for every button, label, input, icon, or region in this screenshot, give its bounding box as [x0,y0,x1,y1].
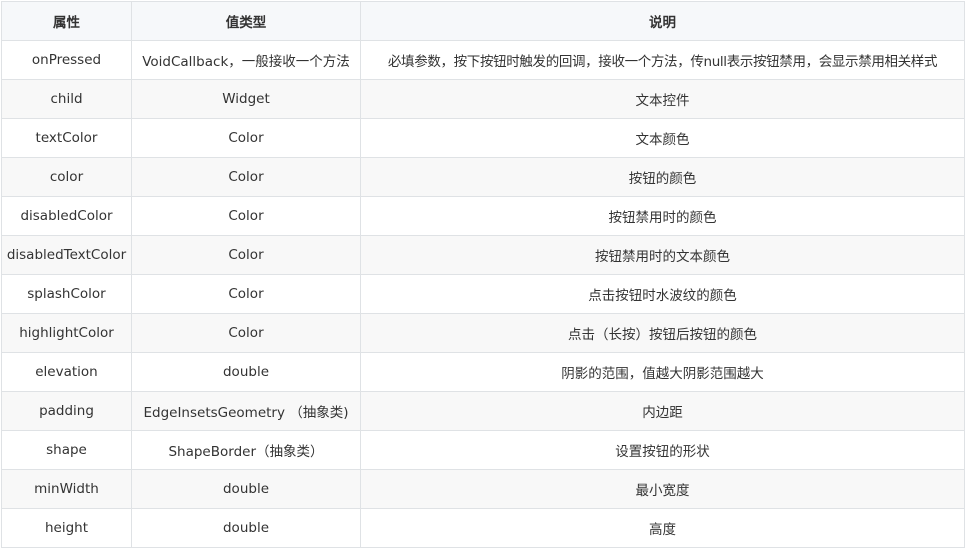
cell-type: Color [131,118,361,158]
table-row: padding EdgeInsetsGeometry （抽象类) 内边距 [1,391,965,431]
table-row: splashColor Color 点击按钮时水波纹的颜色 [1,274,965,314]
cell-description: 点击按钮时水波纹的颜色 [360,274,965,314]
cell-description: 点击（长按）按钮后按钮的颜色 [360,313,965,353]
cell-property: minWidth [1,469,132,509]
table-row: shape ShapeBorder（抽象类） 设置按钮的形状 [1,430,965,470]
cell-type: double [131,352,361,392]
cell-property: padding [1,391,132,431]
cell-type: EdgeInsetsGeometry （抽象类) [131,391,361,431]
cell-property: highlightColor [1,313,132,353]
properties-table: 属性 值类型 说明 onPressed VoidCallback，一般接收一个方… [1,1,965,548]
table-row: onPressed VoidCallback，一般接收一个方法 必填参数，按下按… [1,40,965,80]
cell-description: 按钮禁用时的文本颜色 [360,235,965,275]
table-row: disabledTextColor Color 按钮禁用时的文本颜色 [1,235,965,275]
cell-description: 高度 [360,508,965,548]
cell-property: textColor [1,118,132,158]
cell-property: color [1,157,132,197]
table-row: minWidth double 最小宽度 [1,469,965,509]
cell-description: 按钮的颜色 [360,157,965,197]
cell-type: Color [131,196,361,236]
table-row: elevation double 阴影的范围，值越大阴影范围越大 [1,352,965,392]
cell-type: ShapeBorder（抽象类） [131,430,361,470]
cell-property: elevation [1,352,132,392]
cell-property: onPressed [1,40,132,80]
table-row: highlightColor Color 点击（长按）按钮后按钮的颜色 [1,313,965,353]
table-header-row: 属性 值类型 说明 [1,1,965,41]
cell-property: splashColor [1,274,132,314]
table-row: disabledColor Color 按钮禁用时的颜色 [1,196,965,236]
cell-property: child [1,79,132,119]
header-type: 值类型 [131,1,361,41]
header-description: 说明 [360,1,965,41]
table-row: textColor Color 文本颜色 [1,118,965,158]
cell-description: 设置按钮的形状 [360,430,965,470]
cell-property: height [1,508,132,548]
cell-description: 文本颜色 [360,118,965,158]
cell-description: 最小宽度 [360,469,965,509]
cell-description: 文本控件 [360,79,965,119]
cell-type: Color [131,157,361,197]
table-row: height double 高度 [1,508,965,548]
cell-type: Color [131,274,361,314]
cell-type: Color [131,313,361,353]
table-row: child Widget 文本控件 [1,79,965,119]
cell-description: 必填参数，按下按钮时触发的回调，接收一个方法，传null表示按钮禁用，会显示禁用… [360,40,965,80]
cell-property: disabledColor [1,196,132,236]
cell-property: shape [1,430,132,470]
cell-property: disabledTextColor [1,235,132,275]
cell-description: 按钮禁用时的颜色 [360,196,965,236]
cell-description: 阴影的范围，值越大阴影范围越大 [360,352,965,392]
cell-type: Color [131,235,361,275]
cell-description: 内边距 [360,391,965,431]
cell-type: VoidCallback，一般接收一个方法 [131,40,361,80]
cell-type: Widget [131,79,361,119]
cell-type: double [131,469,361,509]
header-property: 属性 [1,1,132,41]
table-row: color Color 按钮的颜色 [1,157,965,197]
cell-type: double [131,508,361,548]
